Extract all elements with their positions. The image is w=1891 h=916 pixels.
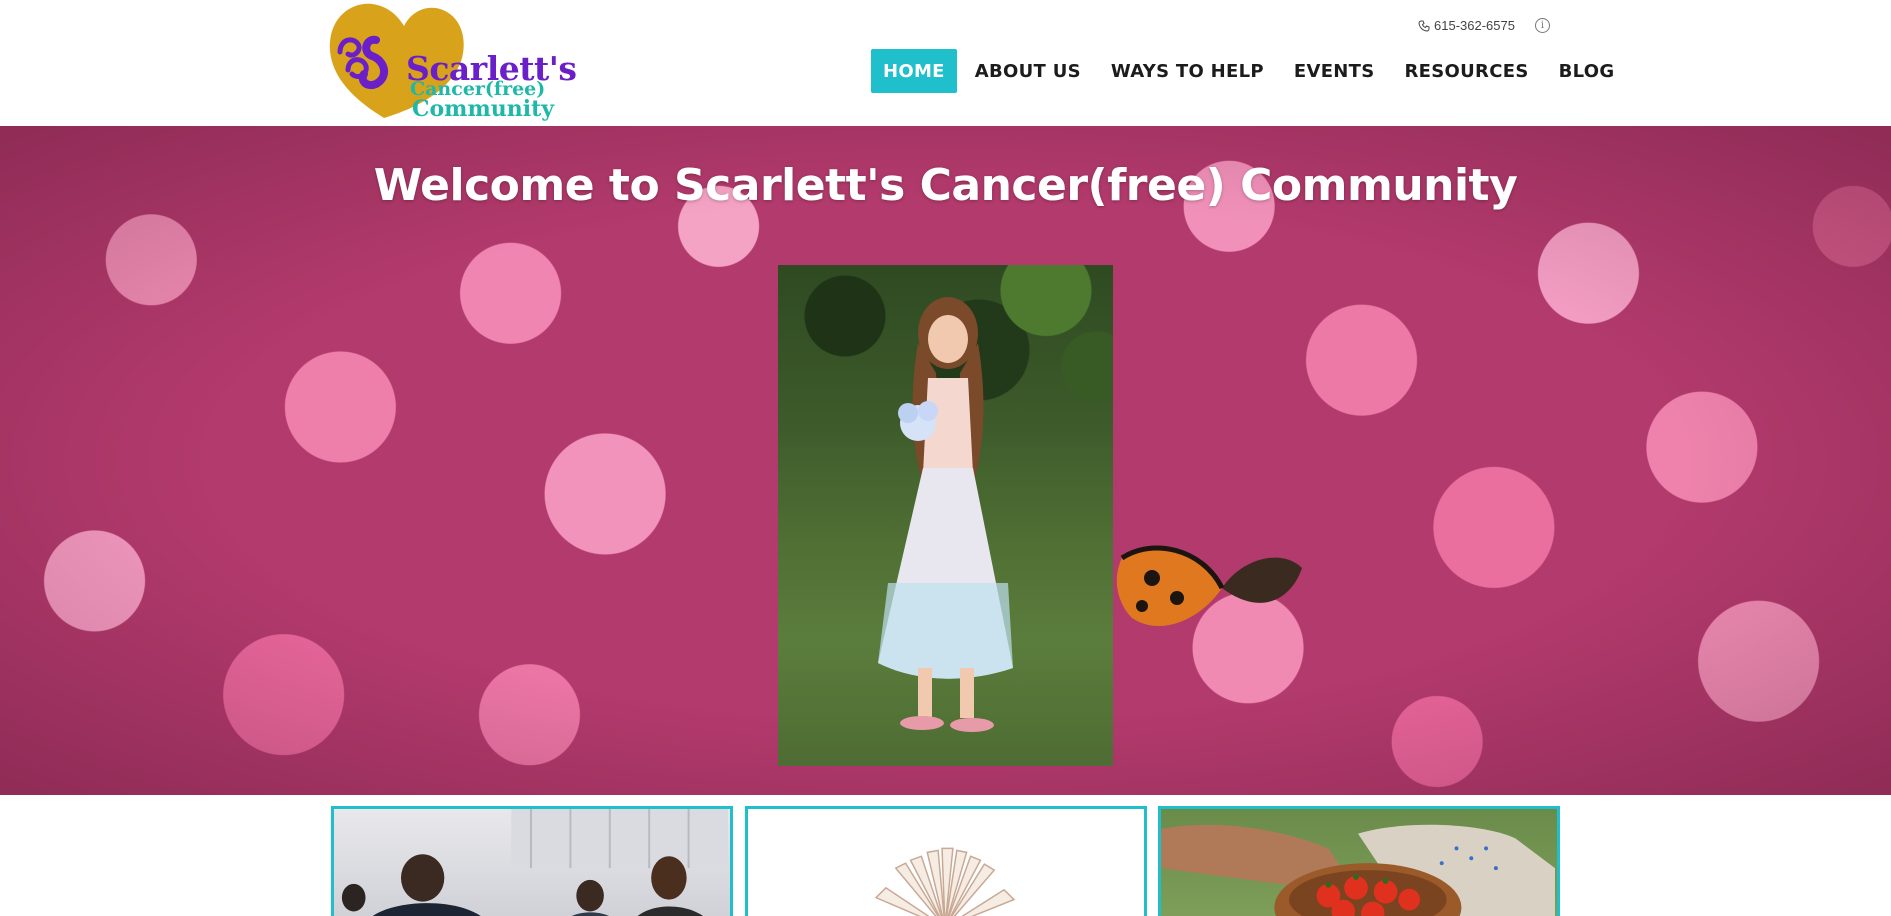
- nav-item-events[interactable]: EVENTS: [1282, 49, 1387, 93]
- nav-item-about-us[interactable]: ABOUT US: [963, 49, 1093, 93]
- open-book-image: [874, 847, 1016, 916]
- info-icon[interactable]: i: [1534, 18, 1550, 33]
- main-nav: HOME ABOUT US WAYS TO HELP EVENTS RESOUR…: [871, 49, 1632, 93]
- site-logo[interactable]: Scarlett's Cancer(free) Community: [326, 0, 577, 122]
- phone-number: 615-362-6575: [1434, 18, 1515, 33]
- card-community[interactable]: [331, 806, 733, 916]
- scarlett-photo: [778, 265, 1113, 766]
- nav-item-resources[interactable]: RESOURCES: [1393, 49, 1541, 93]
- people-gathering-image: [341, 809, 728, 916]
- butterfly-image: [1116, 545, 1302, 627]
- card-ways-to-help[interactable]: [1158, 806, 1560, 916]
- card-resources[interactable]: [745, 806, 1147, 916]
- nav-item-blog[interactable]: BLOG: [1547, 49, 1627, 93]
- hands-sharing-tomatoes-image: [1161, 824, 1555, 916]
- nav-item-ways-to-help[interactable]: WAYS TO HELP: [1099, 49, 1276, 93]
- logo-text-community: Community: [412, 96, 555, 122]
- top-utility-bar: 615-362-6575 i: [1418, 18, 1550, 33]
- phone-icon: [1418, 20, 1430, 32]
- site-header: Scarlett's Cancer(free) Community 615-36…: [0, 0, 1891, 126]
- hero-title: Welcome to Scarlett's Cancer(free) Commu…: [373, 160, 1518, 211]
- hero-banner: Welcome to Scarlett's Cancer(free) Commu…: [0, 126, 1891, 795]
- nav-item-home[interactable]: HOME: [871, 49, 957, 93]
- girl-in-dress-image: [878, 297, 1013, 732]
- phone-link[interactable]: 615-362-6575: [1418, 18, 1515, 33]
